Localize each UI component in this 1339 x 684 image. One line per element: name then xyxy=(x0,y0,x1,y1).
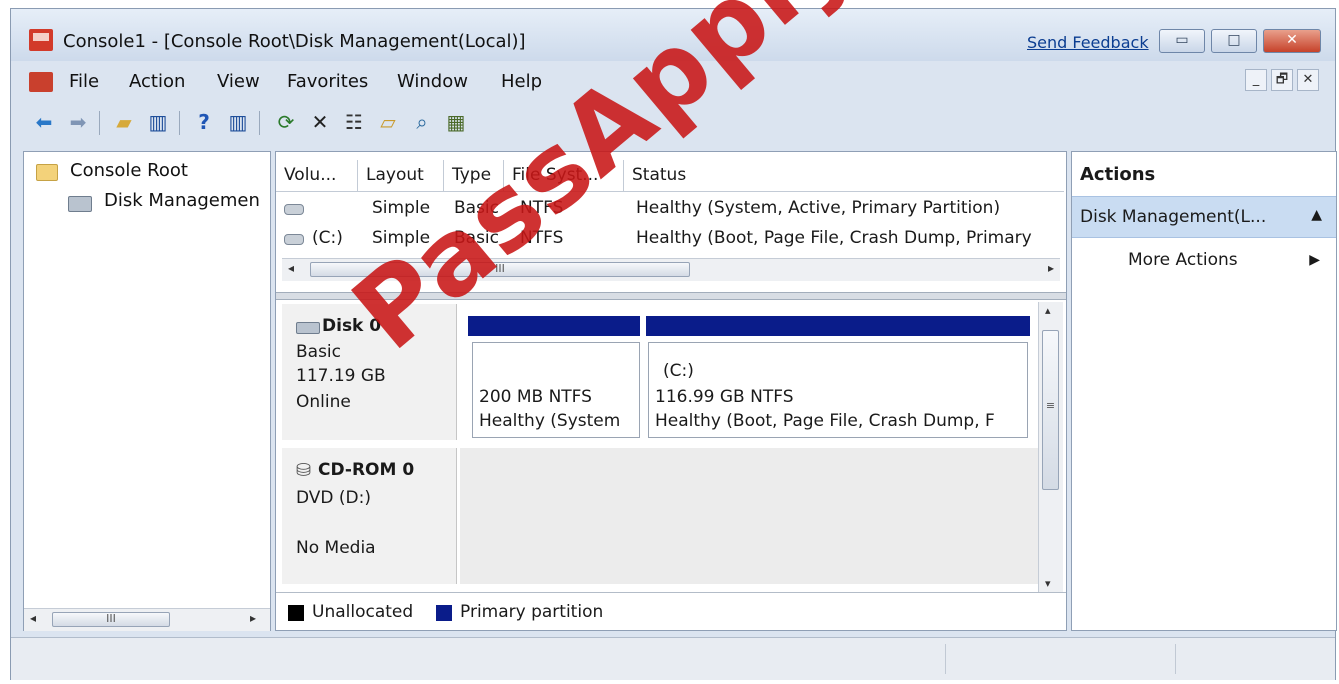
forward-arrow-icon[interactable]: ➡ xyxy=(65,109,91,135)
partition-status: Healthy (Boot, Page File, Crash Dump, F xyxy=(655,411,995,431)
close-button[interactable]: ✕ xyxy=(1263,29,1321,53)
tree-item-console-root[interactable]: Console Root xyxy=(70,160,188,181)
status-cell: Healthy (System, Active, Primary Partiti… xyxy=(636,198,1001,218)
partition-status: Healthy (System xyxy=(479,411,621,431)
tree-horizontal-scrollbar[interactable]: ◂ III ▸ xyxy=(24,608,270,631)
show-hide-action-pane-icon[interactable]: ▥ xyxy=(225,109,251,135)
cdrom-empty-area xyxy=(460,448,1038,584)
status-divider xyxy=(1175,644,1176,674)
disk-management-icon xyxy=(68,196,92,212)
menu-file[interactable]: File xyxy=(69,71,99,92)
column-header-layout[interactable]: Layout xyxy=(358,160,444,192)
console-tree-pane: Console Root Disk Managemen ◂ III ▸ xyxy=(23,151,271,631)
partition-size: 116.99 GB NTFS xyxy=(655,387,794,407)
cdrom-0-label-panel[interactable]: ⛁ CD-ROM 0 DVD (D:) No Media xyxy=(282,448,457,584)
disk-icon xyxy=(296,322,320,334)
cd-drive-icon: ⛁ xyxy=(296,460,312,481)
disk-name: CD-ROM 0 xyxy=(318,460,415,480)
child-close-button[interactable]: ✕ xyxy=(1297,69,1319,91)
disk-status: Online xyxy=(296,392,351,412)
status-cell: Healthy (Boot, Page File, Crash Dump, Pr… xyxy=(636,228,1032,248)
search-icon[interactable]: ⌕ xyxy=(409,109,435,135)
scroll-right-arrow-icon[interactable]: ▸ xyxy=(250,611,256,625)
column-header-status[interactable]: Status xyxy=(624,160,1064,192)
disk-type: Basic xyxy=(296,342,342,362)
child-minimize-button[interactable]: _ xyxy=(1245,69,1267,91)
help-icon[interactable]: ? xyxy=(191,109,217,135)
scroll-right-arrow-icon[interactable]: ▸ xyxy=(1048,261,1054,275)
disk-size: 117.19 GB xyxy=(296,366,386,386)
disk-management-pane: Volu... Layout Type File Syst... Status … xyxy=(275,151,1067,631)
legend-label-primary: Primary partition xyxy=(460,602,604,622)
minimize-button[interactable]: ▭ xyxy=(1159,29,1205,53)
graphical-view-vertical-scrollbar[interactable]: ▴ ≡ ▾ xyxy=(1038,302,1063,592)
column-header-volume[interactable]: Volu... xyxy=(276,160,358,192)
menu-help[interactable]: Help xyxy=(501,71,542,92)
actions-header: Actions xyxy=(1080,164,1156,185)
partition-size: 200 MB NTFS xyxy=(479,387,592,407)
partition-label: (C:) xyxy=(663,361,694,381)
collapse-up-icon[interactable]: ▲ xyxy=(1311,207,1322,223)
menu-window[interactable]: Window xyxy=(397,71,468,92)
volume-icon xyxy=(284,204,304,215)
legend-label-unallocated: Unallocated xyxy=(312,602,414,622)
legend: Unallocated Primary partition xyxy=(276,592,1066,630)
maximize-button[interactable]: □ xyxy=(1211,29,1257,53)
legend-swatch-primary xyxy=(436,605,452,621)
toolbar-separator xyxy=(259,111,260,135)
actions-section-label: Disk Management(L... xyxy=(1080,207,1267,227)
open-icon[interactable]: ▱ xyxy=(375,109,401,135)
menu-action[interactable]: Action xyxy=(129,71,185,92)
toolbar-separator xyxy=(99,111,100,135)
child-restore-button[interactable]: 🗗 xyxy=(1271,69,1293,91)
volume-icon xyxy=(284,234,304,245)
toolbar-separator xyxy=(179,111,180,135)
scroll-left-arrow-icon[interactable]: ◂ xyxy=(288,261,294,275)
back-arrow-icon[interactable]: ⬅ xyxy=(31,109,57,135)
console-menu-icon[interactable] xyxy=(29,72,53,92)
menu-favorites[interactable]: Favorites xyxy=(287,71,368,92)
disk-drive-letter: DVD (D:) xyxy=(296,488,371,508)
disk-media-status: No Media xyxy=(296,538,376,558)
partition-system-reserved[interactable]: 200 MB NTFS Healthy (System xyxy=(472,342,640,438)
menu-view[interactable]: View xyxy=(217,71,260,92)
partition-header-bar xyxy=(646,316,1030,336)
actions-section-disk-management[interactable]: Disk Management(L... ▲ xyxy=(1072,196,1336,238)
scroll-thumb[interactable]: ≡ xyxy=(1042,330,1059,490)
partition-header-bar xyxy=(468,316,640,336)
more-actions-label: More Actions xyxy=(1128,250,1238,270)
submenu-arrow-icon: ▶ xyxy=(1309,252,1320,268)
folder-icon xyxy=(36,164,58,181)
tree-item-disk-management[interactable]: Disk Managemen xyxy=(104,190,260,211)
legend-swatch-unallocated xyxy=(288,605,304,621)
settings-icon[interactable]: ▦ xyxy=(443,109,469,135)
status-divider xyxy=(945,644,946,674)
scroll-down-arrow-icon[interactable]: ▾ xyxy=(1045,577,1051,590)
show-hide-tree-icon[interactable]: ▥ xyxy=(145,109,171,135)
properties-icon[interactable]: ☷ xyxy=(341,109,367,135)
refresh-icon[interactable]: ⟳ xyxy=(273,109,299,135)
scroll-thumb[interactable]: III xyxy=(52,612,170,627)
actions-pane: Actions Disk Management(L... ▲ More Acti… xyxy=(1071,151,1337,631)
scroll-up-arrow-icon[interactable]: ▴ xyxy=(1045,304,1051,317)
console-app-icon xyxy=(29,29,53,51)
scroll-left-arrow-icon[interactable]: ◂ xyxy=(30,611,36,625)
send-feedback-link[interactable]: Send Feedback xyxy=(1027,33,1149,52)
volume-cell: (C:) xyxy=(312,228,343,248)
delete-icon[interactable]: ✕ xyxy=(307,109,333,135)
up-folder-icon[interactable]: ▰ xyxy=(111,109,137,135)
window-title: Console1 - [Console Root\Disk Management… xyxy=(63,31,526,52)
status-bar xyxy=(11,637,1335,680)
partition-c-drive[interactable]: (C:) 116.99 GB NTFS Healthy (Boot, Page … xyxy=(648,342,1028,438)
